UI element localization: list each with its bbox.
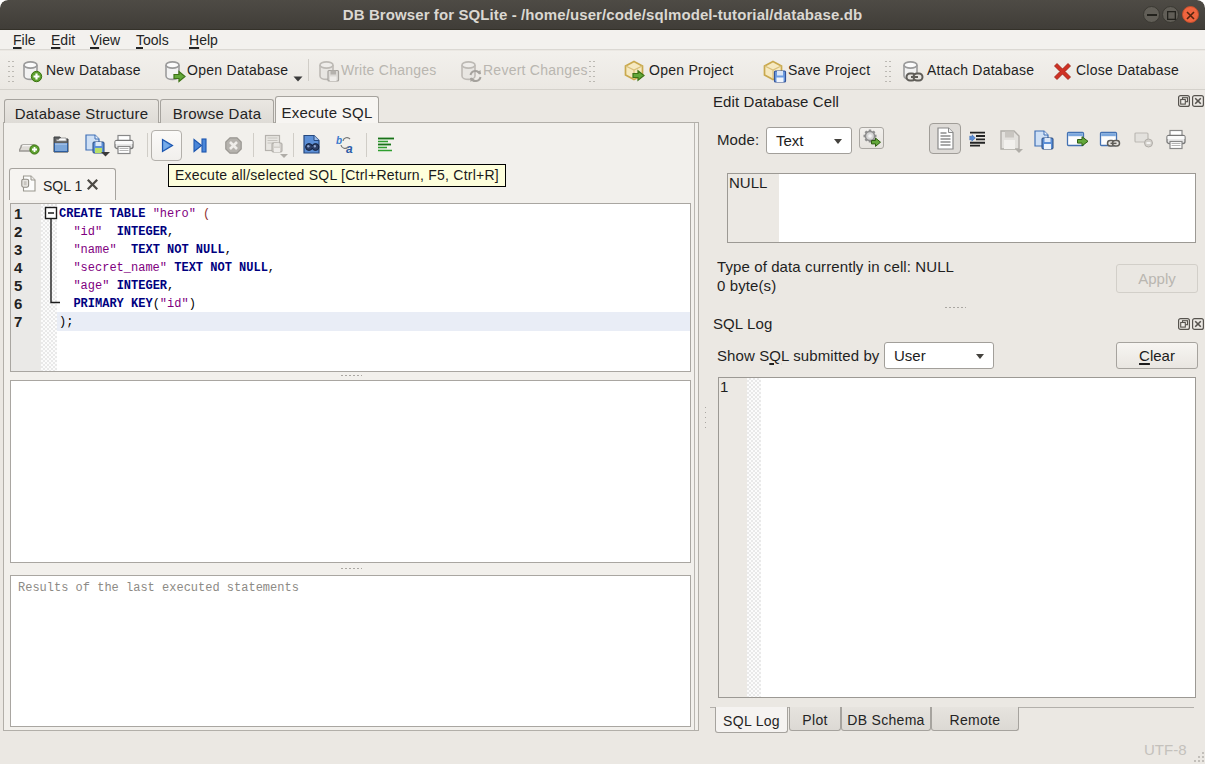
svg-text:b: b	[336, 135, 342, 146]
